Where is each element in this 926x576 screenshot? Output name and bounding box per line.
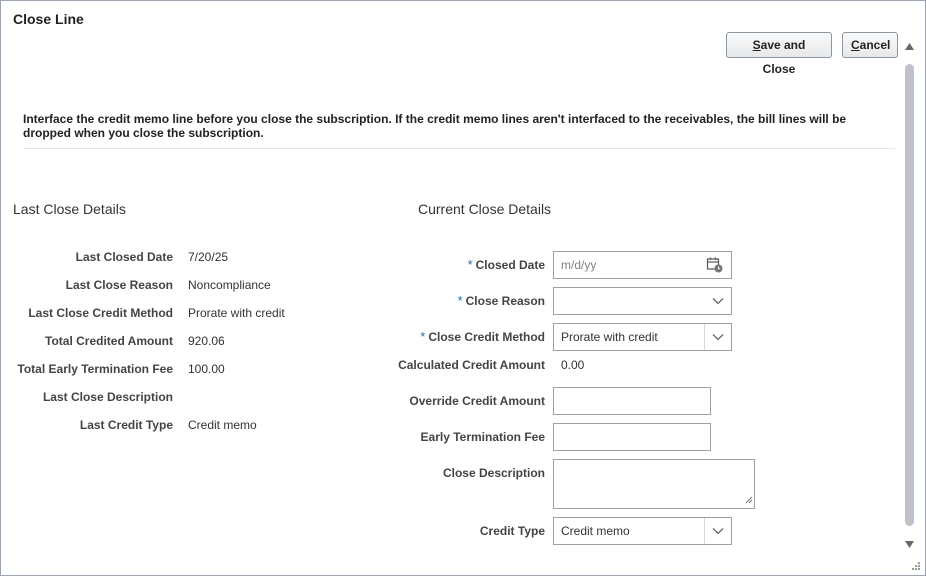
last-closed-date-label: Last Closed Date [75, 250, 173, 264]
calendar-icon[interactable] [706, 256, 724, 277]
closed-date-label: * Closed Date [467, 257, 545, 272]
required-marker: * [467, 257, 473, 272]
cancel-mnemonic: C [851, 38, 860, 52]
dialog-title: Close Line [13, 11, 84, 27]
cancel-button[interactable]: Cancel [842, 32, 898, 58]
last-close-description-label: Last Close Description [42, 390, 173, 404]
close-credit-method-select[interactable]: Prorate with credit [553, 323, 732, 351]
divider [23, 148, 895, 149]
closed-date-input[interactable]: m/d/yy [553, 251, 732, 279]
chevron-down-icon[interactable] [704, 518, 731, 544]
last-close-credit-method-value: Prorate with credit [188, 306, 285, 320]
scroll-down-arrow-icon[interactable] [904, 536, 915, 554]
close-description-textarea[interactable] [553, 459, 755, 509]
credit-type-value: Credit memo [561, 524, 630, 538]
scrollbar-thumb[interactable] [905, 64, 914, 526]
save-label: ave and Close [760, 38, 806, 76]
save-mnemonic: S [752, 38, 761, 52]
required-marker: * [420, 329, 426, 344]
total-early-termination-fee-label: Total Early Termination Fee [17, 362, 173, 376]
last-close-reason-label: Last Close Reason [65, 278, 173, 292]
credit-type-select[interactable]: Credit memo [553, 517, 732, 545]
chevron-down-icon[interactable] [705, 288, 731, 314]
total-early-termination-fee-value: 100.00 [188, 362, 225, 376]
resize-grip-icon[interactable] [909, 558, 921, 576]
early-termination-fee-label: Early Termination Fee [420, 430, 545, 444]
total-credited-amount-value: 920.06 [188, 334, 225, 348]
calculated-credit-amount-label: Calculated Credit Amount [398, 358, 545, 372]
close-description-label: Close Description [442, 466, 545, 480]
chevron-down-icon[interactable] [704, 324, 731, 350]
current-close-details-heading: Current Close Details [418, 201, 552, 217]
interface-warning-message: Interface the credit memo line before yo… [23, 112, 847, 140]
close-reason-label: * Close Reason [457, 293, 545, 308]
last-close-credit-method-label: Last Close Credit Method [28, 306, 173, 320]
override-credit-amount-label: Override Credit Amount [409, 394, 545, 408]
last-close-reason-value: Noncompliance [188, 278, 271, 292]
early-termination-fee-input[interactable] [553, 423, 711, 451]
close-line-dialog: Close Line Save and Close Cancel Interfa… [0, 0, 926, 576]
last-closed-date-value: 7/20/25 [188, 250, 229, 264]
resize-handle-icon[interactable] [745, 493, 753, 507]
credit-type-label: Credit Type [479, 524, 545, 538]
close-credit-method-label: * Close Credit Method [420, 329, 545, 344]
close-credit-method-value: Prorate with credit [561, 330, 658, 344]
cancel-label: ancel [859, 38, 891, 52]
last-credit-type-value: Credit memo [188, 418, 257, 432]
override-credit-amount-input[interactable] [553, 387, 711, 415]
calculated-credit-amount-value: 0.00 [561, 358, 585, 372]
close-reason-select[interactable] [553, 287, 732, 315]
last-credit-type-label: Last Credit Type [79, 418, 173, 432]
save-and-close-button[interactable]: Save and Close [726, 32, 832, 76]
scroll-up-arrow-icon[interactable] [904, 38, 915, 56]
required-marker: * [457, 293, 463, 308]
total-credited-amount-label: Total Credited Amount [45, 334, 173, 348]
last-close-details-heading: Last Close Details [13, 201, 126, 217]
closed-date-placeholder: m/d/yy [561, 258, 597, 272]
